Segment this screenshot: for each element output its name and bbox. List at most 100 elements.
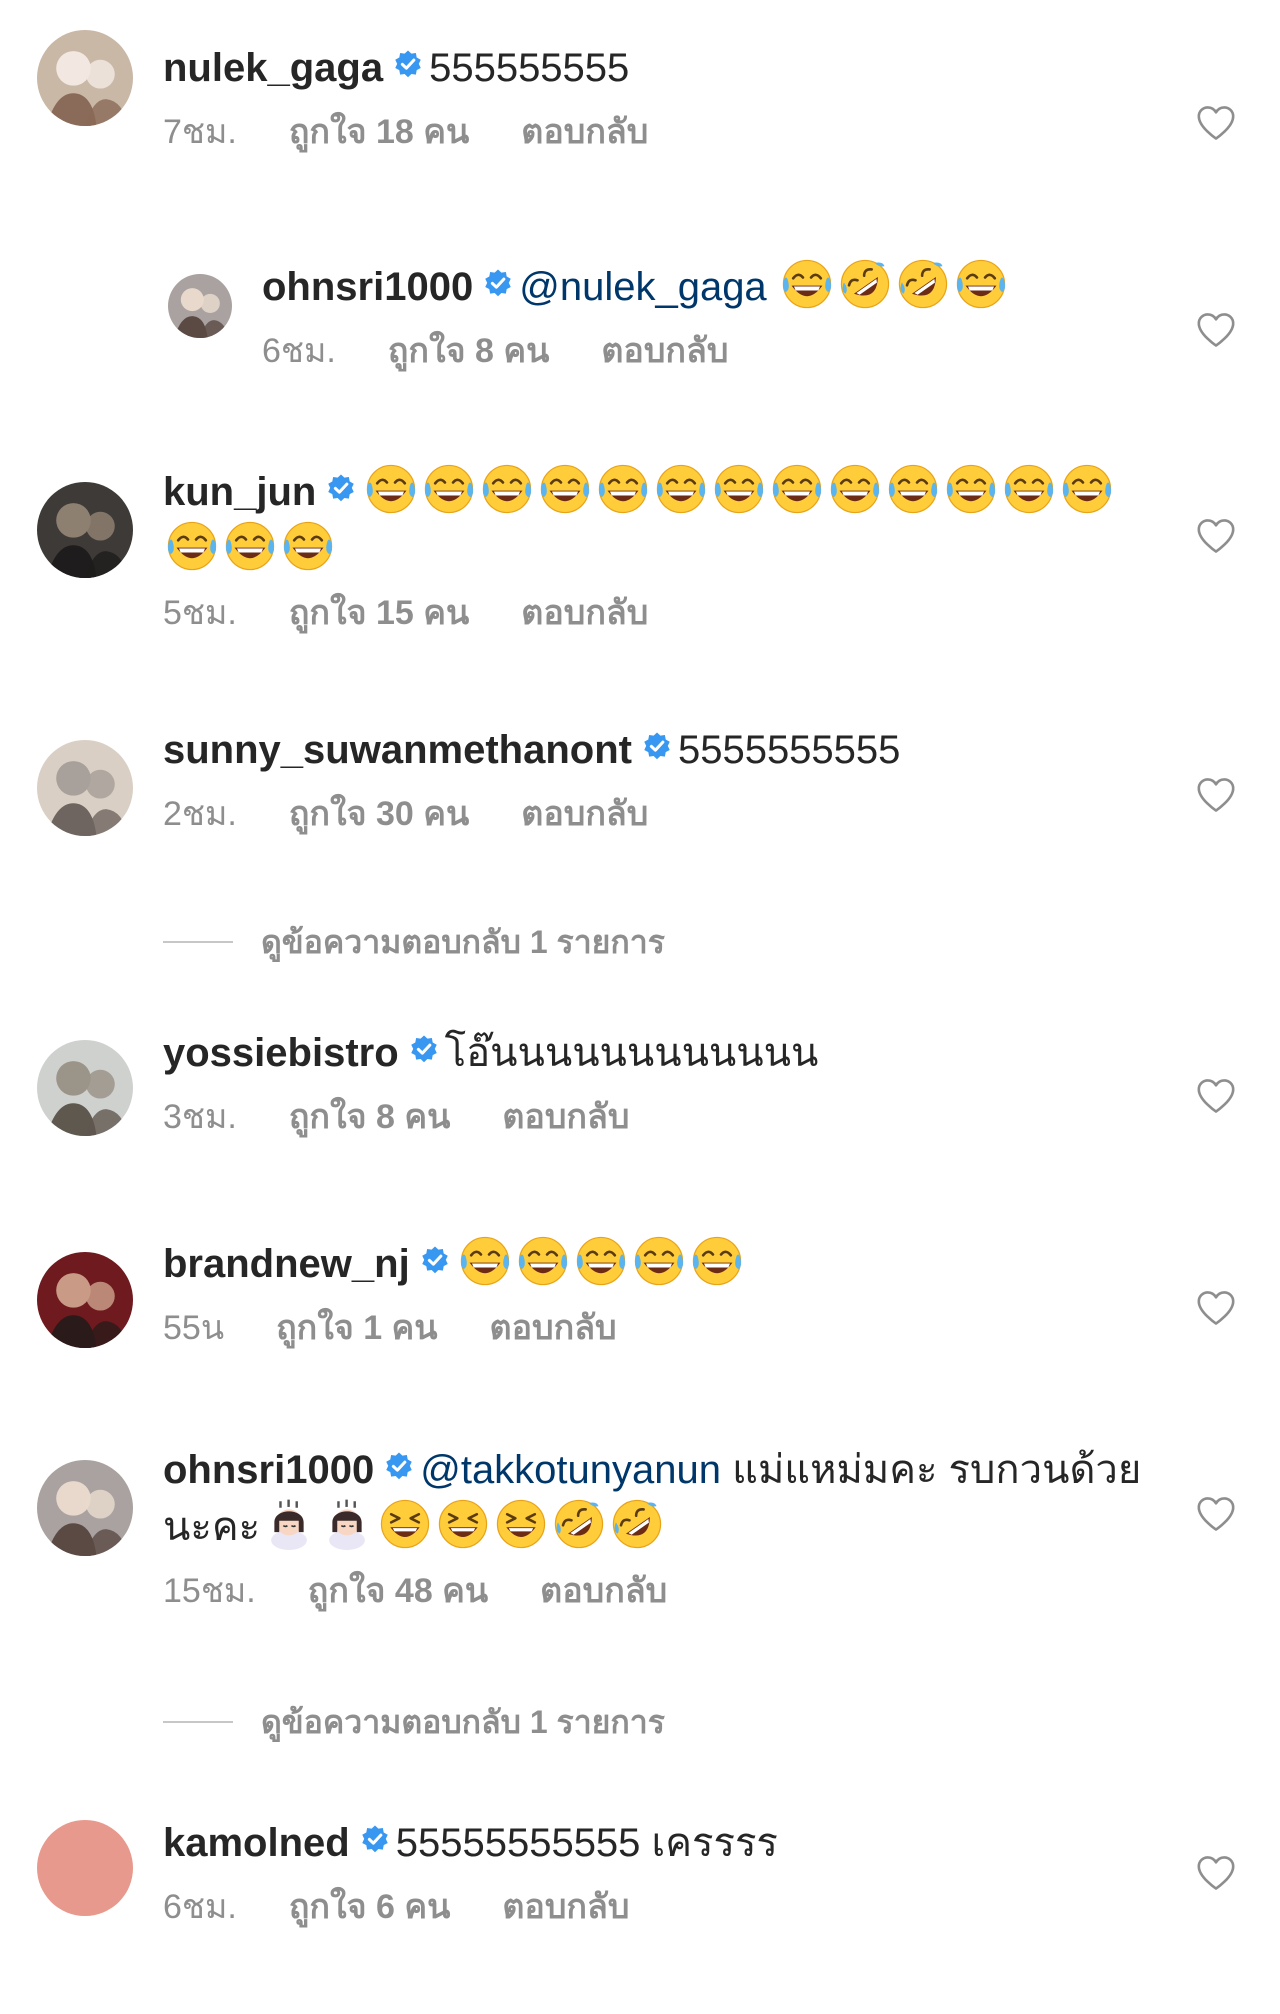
comment-timestamp: 6ชม. [262, 332, 336, 370]
comment-text: kamolned 55555555555 เครรรร [163, 1815, 1170, 1871]
username-link[interactable]: yossiebistro [163, 1031, 399, 1075]
likes-count-link[interactable]: ถูกใจ 18 คน [289, 113, 469, 151]
heart-icon[interactable] [1196, 105, 1236, 141]
joy-emoji-icon [655, 463, 707, 515]
reply-button[interactable]: ตอบกลับ [490, 1309, 617, 1347]
username-link[interactable]: sunny_suwanmethanont [163, 728, 632, 772]
joy-emoji-icon [459, 1235, 511, 1287]
laughing-emoji-icon [379, 1498, 431, 1550]
joy-emoji-icon [771, 463, 823, 515]
comment-text: nulek_gaga 555555555 [163, 40, 1170, 96]
joy-emoji-icon [1061, 463, 1113, 515]
joy-emoji-icon [224, 520, 276, 572]
username-link[interactable]: kamolned [163, 1821, 350, 1865]
comment-meta: 55น ถูกใจ 1 คน ตอบกลับ [163, 1308, 1170, 1348]
view-replies-label: ดูข้อความตอบกลับ 1 รายการ [261, 924, 665, 960]
comment-body: yossiebistro โอ๊นนนนนนนนนนนน 3ชม. ถูกใจ 8 ค… [163, 1025, 1170, 1137]
heart-icon[interactable] [1196, 1855, 1236, 1891]
joy-emoji-icon [713, 463, 765, 515]
avatar[interactable] [37, 1460, 133, 1556]
reply-button[interactable]: ตอบกลับ [521, 795, 648, 833]
joy-emoji-icon [1003, 463, 1055, 515]
username-link[interactable]: kun_jun [163, 470, 316, 514]
divider-line [163, 1721, 233, 1723]
joy-emoji-icon [517, 1235, 569, 1287]
joy-emoji-icon [365, 463, 417, 515]
mention-link[interactable]: @takkotunyanun [420, 1448, 721, 1492]
verified-badge-icon [393, 49, 423, 79]
reply-button[interactable]: ตอบกลับ [521, 594, 648, 632]
verified-badge-icon [360, 1824, 390, 1854]
joy-emoji-icon [539, 463, 591, 515]
laughing-emoji-icon [437, 1498, 489, 1550]
comment-text: ohnsri1000 @nulek_gaga [262, 258, 1170, 315]
comment-text: brandnew_nj [163, 1235, 1170, 1292]
heart-icon[interactable] [1196, 777, 1236, 813]
comment-meta: 3ชม. ถูกใจ 8 คน ตอบกลับ [163, 1097, 1170, 1137]
view-replies-button[interactable]: ดูข้อความตอบกลับ 1 รายการ [163, 922, 665, 962]
mention-link[interactable]: @nulek_gaga [519, 265, 766, 309]
username-link[interactable]: ohnsri1000 [262, 265, 473, 309]
divider-line [163, 941, 233, 943]
heart-icon[interactable] [1196, 518, 1236, 554]
reply-button[interactable]: ตอบกลับ [521, 113, 648, 151]
joy-emoji-icon [955, 258, 1007, 310]
view-replies-button[interactable]: ดูข้อความตอบกลับ 1 รายการ [163, 1702, 665, 1742]
rofl-emoji-icon [553, 1498, 605, 1550]
avatar[interactable] [37, 482, 133, 578]
joy-emoji-icon [597, 463, 649, 515]
username-link[interactable]: brandnew_nj [163, 1242, 410, 1286]
rofl-emoji-icon [611, 1498, 663, 1550]
joy-emoji-icon [166, 520, 218, 572]
likes-count-link[interactable]: ถูกใจ 8 คน [289, 1098, 450, 1136]
rofl-emoji-icon [897, 258, 949, 310]
verified-badge-icon [326, 473, 356, 503]
comment-timestamp: 6ชม. [163, 1888, 237, 1926]
likes-count-link[interactable]: ถูกใจ 1 คน [276, 1309, 437, 1347]
comment-timestamp: 3ชม. [163, 1098, 237, 1136]
likes-count-link[interactable]: ถูกใจ 15 คน [289, 594, 469, 632]
comment-meta: 6ชม. ถูกใจ 8 คน ตอบกลับ [262, 331, 1170, 371]
comments-list: nulek_gaga 555555555 7ชม. ถูกใจ 18 คน ตอบกลั… [0, 0, 1280, 2014]
likes-count-link[interactable]: ถูกใจ 48 คน [308, 1572, 488, 1610]
comment-meta: 15ชม. ถูกใจ 48 คน ตอบกลับ [163, 1571, 1170, 1611]
comment-timestamp: 2ชม. [163, 795, 237, 833]
username-link[interactable]: nulek_gaga [163, 46, 383, 90]
laughing-emoji-icon [495, 1498, 547, 1550]
reply-button[interactable]: ตอบกลับ [540, 1572, 667, 1610]
comment-body: brandnew_nj 55น ถูกใจ 1 คน ตอบกลับ [163, 1235, 1170, 1348]
avatar[interactable] [37, 30, 133, 126]
comment-timestamp: 55น [163, 1309, 225, 1347]
avatar[interactable] [37, 1252, 133, 1348]
likes-count-link[interactable]: ถูกใจ 8 คน [388, 332, 549, 370]
comment-message: โอ๊นนนนนนนนนนนน [444, 1031, 819, 1075]
reply-button[interactable]: ตอบกลับ [601, 332, 728, 370]
rofl-emoji-icon [839, 258, 891, 310]
reply-button[interactable]: ตอบกลับ [502, 1098, 629, 1136]
comment-meta: 6ชม. ถูกใจ 6 คน ตอบกลับ [163, 1887, 1170, 1927]
username-link[interactable]: ohnsri1000 [163, 1448, 374, 1492]
comment-message: 555555555 [429, 46, 630, 90]
joy-emoji-icon [781, 258, 833, 310]
comment-text: sunny_suwanmethanont 5555555555 [163, 722, 1170, 778]
comment-timestamp: 15ชม. [163, 1572, 256, 1610]
woman-bowing-emoji-icon [263, 1498, 315, 1550]
comment-body: kamolned 55555555555 เครรรร 6ชม. ถูกใจ 6 คน… [163, 1815, 1170, 1927]
comment-message: 5555555555 [677, 728, 901, 772]
likes-count-link[interactable]: ถูกใจ 6 คน [289, 1888, 450, 1926]
heart-icon[interactable] [1196, 1496, 1236, 1532]
avatar[interactable] [37, 740, 133, 836]
joy-emoji-icon [481, 463, 533, 515]
reply-button[interactable]: ตอบกลับ [502, 1888, 629, 1926]
avatar[interactable] [168, 274, 232, 338]
avatar[interactable] [37, 1820, 133, 1916]
heart-icon[interactable] [1196, 312, 1236, 348]
heart-icon[interactable] [1196, 1078, 1236, 1114]
heart-icon[interactable] [1196, 1290, 1236, 1326]
likes-count-link[interactable]: ถูกใจ 30 คน [289, 795, 469, 833]
comment-meta: 2ชม. ถูกใจ 30 คน ตอบกลับ [163, 794, 1170, 834]
verified-badge-icon [420, 1245, 450, 1275]
comment-body: nulek_gaga 555555555 7ชม. ถูกใจ 18 คน ตอบกลั… [163, 40, 1170, 152]
comment-meta: 5ชม. ถูกใจ 15 คน ตอบกลับ [163, 593, 1170, 633]
avatar[interactable] [37, 1040, 133, 1136]
